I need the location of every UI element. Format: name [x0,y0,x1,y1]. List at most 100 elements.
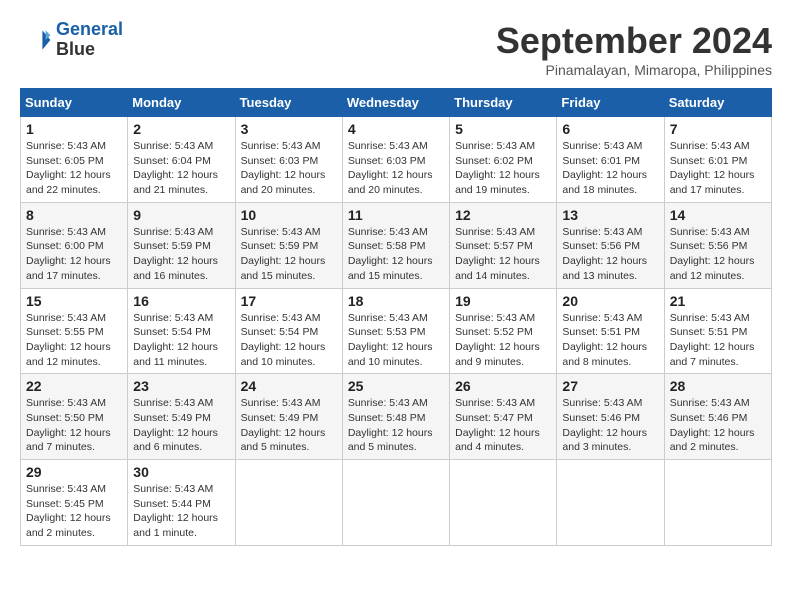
day-info: Sunrise: 5:43 AM Sunset: 5:51 PM Dayligh… [670,311,766,370]
empty-cell [235,460,342,546]
day-info: Sunrise: 5:43 AM Sunset: 6:04 PM Dayligh… [133,139,229,198]
day-cell-24: 24 Sunrise: 5:43 AM Sunset: 5:49 PM Dayl… [235,374,342,460]
logo-icon [20,24,52,56]
day-cell-15: 15 Sunrise: 5:43 AM Sunset: 5:55 PM Dayl… [21,288,128,374]
day-number: 27 [562,378,658,394]
day-number: 2 [133,121,229,137]
empty-cell [450,460,557,546]
day-number: 4 [348,121,444,137]
day-info: Sunrise: 5:43 AM Sunset: 5:52 PM Dayligh… [455,311,551,370]
day-cell-17: 17 Sunrise: 5:43 AM Sunset: 5:54 PM Dayl… [235,288,342,374]
logo-line2: Blue [56,40,123,60]
weekday-header-row: Sunday Monday Tuesday Wednesday Thursday… [21,89,772,117]
day-cell-3: 3 Sunrise: 5:43 AM Sunset: 6:03 PM Dayli… [235,117,342,203]
day-cell-4: 4 Sunrise: 5:43 AM Sunset: 6:03 PM Dayli… [342,117,449,203]
location: Pinamalayan, Mimaropa, Philippines [496,62,772,78]
day-info: Sunrise: 5:43 AM Sunset: 5:49 PM Dayligh… [241,396,337,455]
day-number: 24 [241,378,337,394]
calendar-week-2: 8 Sunrise: 5:43 AM Sunset: 6:00 PM Dayli… [21,202,772,288]
day-cell-7: 7 Sunrise: 5:43 AM Sunset: 6:01 PM Dayli… [664,117,771,203]
day-cell-13: 13 Sunrise: 5:43 AM Sunset: 5:56 PM Dayl… [557,202,664,288]
calendar-week-1: 1 Sunrise: 5:43 AM Sunset: 6:05 PM Dayli… [21,117,772,203]
day-info: Sunrise: 5:43 AM Sunset: 5:46 PM Dayligh… [670,396,766,455]
day-info: Sunrise: 5:43 AM Sunset: 5:46 PM Dayligh… [562,396,658,455]
day-cell-20: 20 Sunrise: 5:43 AM Sunset: 5:51 PM Dayl… [557,288,664,374]
day-cell-29: 29 Sunrise: 5:43 AM Sunset: 5:45 PM Dayl… [21,460,128,546]
day-cell-25: 25 Sunrise: 5:43 AM Sunset: 5:48 PM Dayl… [342,374,449,460]
header-tuesday: Tuesday [235,89,342,117]
day-number: 30 [133,464,229,480]
day-number: 19 [455,293,551,309]
day-cell-12: 12 Sunrise: 5:43 AM Sunset: 5:57 PM Dayl… [450,202,557,288]
header-thursday: Thursday [450,89,557,117]
empty-cell [557,460,664,546]
title-area: September 2024 Pinamalayan, Mimaropa, Ph… [496,20,772,78]
day-cell-16: 16 Sunrise: 5:43 AM Sunset: 5:54 PM Dayl… [128,288,235,374]
day-info: Sunrise: 5:43 AM Sunset: 5:54 PM Dayligh… [133,311,229,370]
day-cell-26: 26 Sunrise: 5:43 AM Sunset: 5:47 PM Dayl… [450,374,557,460]
day-info: Sunrise: 5:43 AM Sunset: 5:55 PM Dayligh… [26,311,122,370]
day-info: Sunrise: 5:43 AM Sunset: 5:59 PM Dayligh… [133,225,229,284]
day-number: 12 [455,207,551,223]
empty-cell [664,460,771,546]
month-title: September 2024 [496,20,772,62]
day-info: Sunrise: 5:43 AM Sunset: 6:01 PM Dayligh… [670,139,766,198]
day-cell-2: 2 Sunrise: 5:43 AM Sunset: 6:04 PM Dayli… [128,117,235,203]
header-friday: Friday [557,89,664,117]
day-number: 7 [670,121,766,137]
day-number: 11 [348,207,444,223]
calendar-week-3: 15 Sunrise: 5:43 AM Sunset: 5:55 PM Dayl… [21,288,772,374]
day-info: Sunrise: 5:43 AM Sunset: 5:45 PM Dayligh… [26,482,122,541]
day-info: Sunrise: 5:43 AM Sunset: 5:49 PM Dayligh… [133,396,229,455]
day-number: 20 [562,293,658,309]
logo-line1: General [56,20,123,40]
day-number: 8 [26,207,122,223]
day-number: 29 [26,464,122,480]
day-info: Sunrise: 5:43 AM Sunset: 6:02 PM Dayligh… [455,139,551,198]
day-info: Sunrise: 5:43 AM Sunset: 5:50 PM Dayligh… [26,396,122,455]
day-number: 9 [133,207,229,223]
day-cell-23: 23 Sunrise: 5:43 AM Sunset: 5:49 PM Dayl… [128,374,235,460]
day-number: 15 [26,293,122,309]
day-cell-9: 9 Sunrise: 5:43 AM Sunset: 5:59 PM Dayli… [128,202,235,288]
day-info: Sunrise: 5:43 AM Sunset: 5:54 PM Dayligh… [241,311,337,370]
day-info: Sunrise: 5:43 AM Sunset: 5:53 PM Dayligh… [348,311,444,370]
day-number: 6 [562,121,658,137]
day-number: 26 [455,378,551,394]
day-number: 14 [670,207,766,223]
day-number: 25 [348,378,444,394]
header-sunday: Sunday [21,89,128,117]
day-cell-10: 10 Sunrise: 5:43 AM Sunset: 5:59 PM Dayl… [235,202,342,288]
day-cell-18: 18 Sunrise: 5:43 AM Sunset: 5:53 PM Dayl… [342,288,449,374]
day-info: Sunrise: 5:43 AM Sunset: 6:00 PM Dayligh… [26,225,122,284]
day-number: 23 [133,378,229,394]
day-info: Sunrise: 5:43 AM Sunset: 6:03 PM Dayligh… [348,139,444,198]
day-number: 18 [348,293,444,309]
day-number: 13 [562,207,658,223]
day-info: Sunrise: 5:43 AM Sunset: 5:58 PM Dayligh… [348,225,444,284]
header-wednesday: Wednesday [342,89,449,117]
day-number: 17 [241,293,337,309]
day-cell-11: 11 Sunrise: 5:43 AM Sunset: 5:58 PM Dayl… [342,202,449,288]
day-cell-14: 14 Sunrise: 5:43 AM Sunset: 5:56 PM Dayl… [664,202,771,288]
day-cell-22: 22 Sunrise: 5:43 AM Sunset: 5:50 PM Dayl… [21,374,128,460]
day-info: Sunrise: 5:43 AM Sunset: 5:47 PM Dayligh… [455,396,551,455]
logo: General Blue [20,20,123,60]
day-number: 28 [670,378,766,394]
header-saturday: Saturday [664,89,771,117]
day-cell-6: 6 Sunrise: 5:43 AM Sunset: 6:01 PM Dayli… [557,117,664,203]
day-info: Sunrise: 5:43 AM Sunset: 5:59 PM Dayligh… [241,225,337,284]
day-number: 5 [455,121,551,137]
day-cell-27: 27 Sunrise: 5:43 AM Sunset: 5:46 PM Dayl… [557,374,664,460]
header-monday: Monday [128,89,235,117]
day-info: Sunrise: 5:43 AM Sunset: 6:05 PM Dayligh… [26,139,122,198]
day-cell-19: 19 Sunrise: 5:43 AM Sunset: 5:52 PM Dayl… [450,288,557,374]
day-number: 22 [26,378,122,394]
day-number: 3 [241,121,337,137]
day-info: Sunrise: 5:43 AM Sunset: 5:56 PM Dayligh… [562,225,658,284]
day-cell-8: 8 Sunrise: 5:43 AM Sunset: 6:00 PM Dayli… [21,202,128,288]
day-number: 16 [133,293,229,309]
day-info: Sunrise: 5:43 AM Sunset: 5:57 PM Dayligh… [455,225,551,284]
day-info: Sunrise: 5:43 AM Sunset: 6:01 PM Dayligh… [562,139,658,198]
day-info: Sunrise: 5:43 AM Sunset: 5:56 PM Dayligh… [670,225,766,284]
